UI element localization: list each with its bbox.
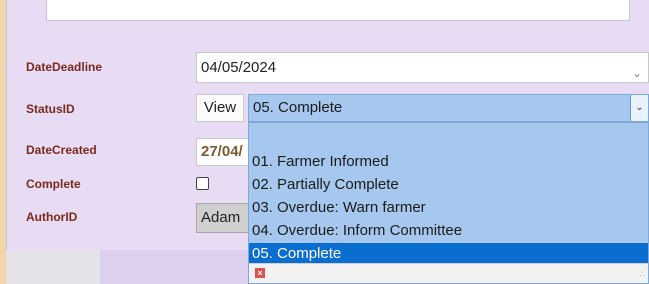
list-item[interactable]: 04. Overdue: Inform Committee <box>249 220 648 242</box>
close-icon[interactable]: × <box>255 268 265 278</box>
complete-checkbox[interactable] <box>196 177 209 190</box>
list-item-selected[interactable]: 05. Complete <box>249 243 648 265</box>
list-item[interactable]: 01. Farmer Informed <box>249 151 648 173</box>
date-deadline-label: DateDeadline <box>26 60 103 74</box>
status-select[interactable]: 05. Complete ⌄ <box>248 94 649 122</box>
date-created-label: DateCreated <box>26 143 97 157</box>
author-field[interactable]: Adam <box>196 203 251 233</box>
footer-strip <box>6 250 100 284</box>
date-created-field[interactable]: 27/04/ <box>196 138 251 166</box>
view-status-button[interactable]: View <box>196 94 244 122</box>
notes-field[interactable] <box>46 0 630 21</box>
chevron-down-icon[interactable]: ⌄ <box>630 95 648 121</box>
status-dropdown-list[interactable]: 01. Farmer Informed 02. Partially Comple… <box>248 122 649 284</box>
resize-grip-icon[interactable]: ∴ <box>639 269 645 280</box>
footer-strip <box>100 250 248 284</box>
date-deadline-field[interactable]: 04/05/2024 ⌄ <box>196 52 649 83</box>
list-item[interactable]: 03. Overdue: Warn farmer <box>249 197 648 219</box>
author-label: AuthorID <box>26 210 78 224</box>
status-label: StatusID <box>26 102 75 116</box>
status-selected-value: 05. Complete <box>253 99 343 116</box>
date-deadline-value: 04/05/2024 <box>201 59 277 76</box>
chevron-down-icon[interactable]: ⌄ <box>632 59 642 88</box>
complete-label: Complete <box>26 177 81 191</box>
list-footer: × ∴ <box>249 263 648 283</box>
list-item[interactable]: 02. Partially Complete <box>249 174 648 196</box>
